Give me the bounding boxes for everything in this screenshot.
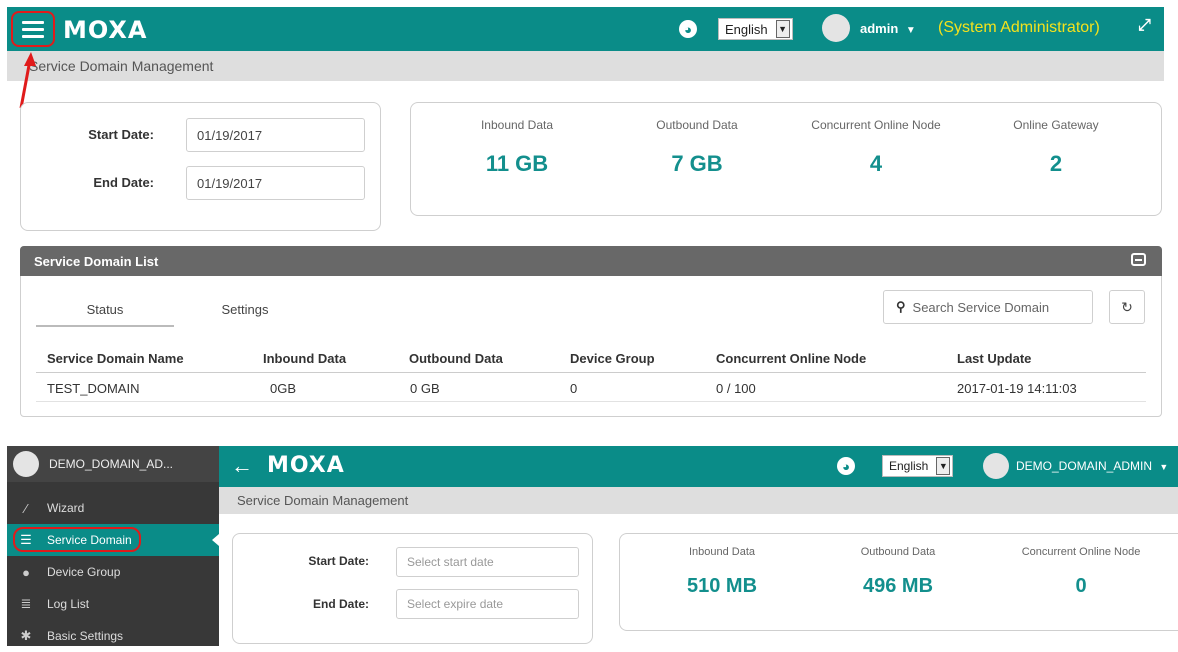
avatar[interactable] xyxy=(822,14,850,42)
breadcrumb: Service Domain Management xyxy=(7,51,1164,81)
col-header-last-update: Last Update xyxy=(957,351,1032,366)
annotation-arrow xyxy=(19,52,36,109)
start-date-input[interactable]: 01/19/2017 xyxy=(186,118,365,152)
stat-outbound-value: 7 GB xyxy=(671,151,723,176)
moxa-logo: MOXA xyxy=(267,453,345,478)
back-arrow-icon[interactable]: ← xyxy=(231,453,253,479)
panel-title: Service Domain List xyxy=(34,253,159,269)
col-header-outbound: Outbound Data xyxy=(409,351,503,366)
wand-icon: ⁄ xyxy=(24,500,28,516)
search-input[interactable]: ⚲ Search Service Domain xyxy=(883,290,1093,324)
end-date-label: End Date: xyxy=(312,597,369,611)
stat-outbound-label: Outbound Data xyxy=(860,546,936,558)
stat-inbound-label: Inbound Data xyxy=(688,546,756,558)
stat-online-node-value: 4 xyxy=(869,151,883,176)
panel-header: Service Domain List xyxy=(20,246,1162,276)
search-placeholder: Search Service Domain xyxy=(912,299,1050,315)
cell-last-update: 2017-01-19 14:11:03 xyxy=(957,381,1077,396)
sidebar-item-label: Log List xyxy=(47,597,90,611)
language-value: English xyxy=(725,21,768,37)
stat-outbound-label: Outbound Data xyxy=(656,118,738,132)
users-icon: ● xyxy=(22,564,30,580)
stat-inbound-value: 11 GB xyxy=(485,151,549,176)
col-header-inbound: Inbound Data xyxy=(263,351,347,366)
top-header-bar: MOXA ◕ English ▼ admin ▼ (System Adminis… xyxy=(7,7,1164,51)
caret-down-icon: ▼ xyxy=(905,25,916,36)
end-date-input[interactable]: 01/19/2017 xyxy=(186,166,365,200)
stat-inbound-value: 510 MB xyxy=(686,575,758,597)
user-menu[interactable]: admin ▼ xyxy=(860,21,916,36)
sidebar-item-label: Device Group xyxy=(47,565,121,579)
user-name: DEMO_DOMAIN_ADMIN xyxy=(1016,459,1153,473)
language-select[interactable]: English ▼ xyxy=(882,455,954,477)
stat-outbound-value: 496 MB xyxy=(862,575,934,597)
sidebar-item-label: Wizard xyxy=(47,501,85,515)
end-date-input[interactable]: Select expire date xyxy=(396,589,579,619)
tab-settings[interactable]: Settings xyxy=(190,302,300,317)
stat-online-node-value: 0 xyxy=(1075,575,1087,597)
stat-online-gateway-value: 2 xyxy=(1049,151,1063,176)
table-row-divider xyxy=(36,401,1146,402)
stat-online-node-label: Concurrent Online Node xyxy=(1021,546,1141,558)
sidebar-item-label: Basic Settings xyxy=(47,629,124,643)
active-pointer xyxy=(212,534,219,546)
fullscreen-icon[interactable]: ⤢ xyxy=(1138,17,1151,35)
highlight-outline xyxy=(13,527,141,552)
active-tab-underline xyxy=(36,325,174,327)
bottom-header-bar: ← MOXA ◕ English ▼ DEMO_DOMAIN_ADMIN ▼ xyxy=(219,446,1178,487)
col-header-online-node: Concurrent Online Node xyxy=(716,351,867,366)
refresh-button[interactable]: ↻ xyxy=(1109,290,1145,324)
user-name: admin xyxy=(860,21,899,36)
breadcrumb: Service Domain Management xyxy=(219,487,1178,514)
end-date-label: End Date: xyxy=(93,175,154,190)
globe-icon: ◕ xyxy=(837,457,855,475)
sidebar-account[interactable]: DEMO_DOMAIN_AD... xyxy=(7,446,219,482)
language-value: English xyxy=(889,459,929,473)
caret-down-icon: ▼ xyxy=(1159,462,1169,472)
collapse-icon[interactable] xyxy=(1131,253,1146,266)
sidebar-item-basic-settings[interactable]: ✱ Basic Settings xyxy=(7,620,219,652)
sidebar-item-log-list[interactable]: ≣ Log List xyxy=(7,588,219,620)
refresh-icon: ↻ xyxy=(1121,298,1133,315)
tab-status[interactable]: Status xyxy=(36,302,174,317)
stat-inbound-label: Inbound Data xyxy=(480,118,554,132)
language-select[interactable]: English ▼ xyxy=(718,18,793,40)
dropdown-arrow-icon: ▼ xyxy=(775,20,790,38)
start-date-label: Start Date: xyxy=(88,127,154,142)
dropdown-arrow-icon: ▼ xyxy=(936,457,951,475)
stat-online-node-label: Concurrent Online Node xyxy=(811,118,941,132)
hamburger-menu-icon[interactable] xyxy=(11,11,55,47)
avatar[interactable] xyxy=(983,453,1009,479)
moxa-logo: MOXA xyxy=(63,16,148,44)
cell-inbound: 0GB xyxy=(270,381,297,396)
col-header-device-group: Device Group xyxy=(570,351,655,366)
sidebar-item-wizard[interactable]: ⁄ Wizard xyxy=(7,492,219,524)
sidebar-item-service-domain[interactable]: ☰ Service Domain xyxy=(7,524,219,556)
avatar xyxy=(13,451,39,477)
account-name: DEMO_DOMAIN_AD... xyxy=(49,457,174,471)
start-date-label: Start Date: xyxy=(308,554,369,568)
sidebar-item-device-group[interactable]: ● Device Group xyxy=(7,556,219,588)
search-icon: ⚲ xyxy=(896,299,906,314)
gear-icon: ✱ xyxy=(20,628,32,643)
user-menu[interactable]: DEMO_DOMAIN_ADMIN ▼ xyxy=(1016,459,1168,473)
start-date-input[interactable]: Select start date xyxy=(396,547,579,577)
col-header-name: Service Domain Name xyxy=(47,351,184,366)
cell-outbound: 0 GB xyxy=(410,381,440,396)
globe-icon: ◕ xyxy=(679,20,697,38)
sidebar: DEMO_DOMAIN_AD... ⁄ Wizard ☰ Service Dom… xyxy=(7,446,219,646)
list-icon: ≣ xyxy=(20,596,32,611)
cell-device-group: 0 xyxy=(570,381,578,396)
user-role: (System Administrator) xyxy=(938,19,1100,36)
stat-online-gateway-label: Online Gateway xyxy=(1013,118,1099,132)
cell-online-node: 0 / 100 xyxy=(716,381,756,396)
cell-domain-name: TEST_DOMAIN xyxy=(47,381,140,396)
